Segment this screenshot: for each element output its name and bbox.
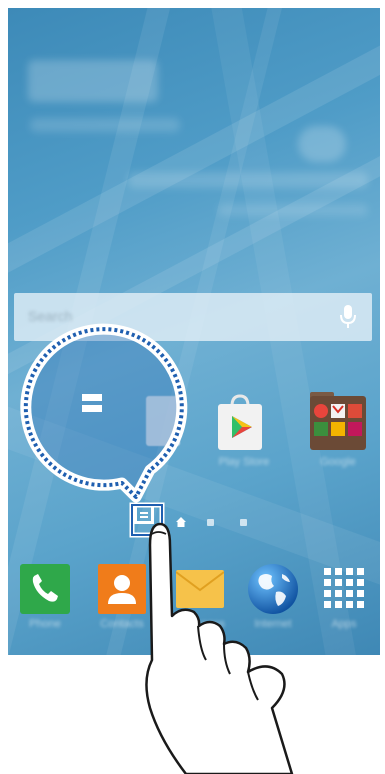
internet-icon[interactable] bbox=[246, 562, 306, 622]
play-store-icon[interactable] bbox=[214, 392, 274, 452]
page-dot[interactable] bbox=[207, 519, 214, 526]
page-overview-indicator[interactable] bbox=[134, 504, 154, 524]
contacts-icon[interactable] bbox=[98, 564, 158, 624]
home-screen: Search Play Store Google Phone Contacts … bbox=[8, 8, 380, 655]
page-dot[interactable] bbox=[240, 519, 247, 526]
google-folder-label: Google bbox=[320, 456, 356, 468]
blurred-app-icon[interactable] bbox=[146, 396, 186, 452]
apps-label: Apps bbox=[331, 618, 357, 630]
internet-label: Internet bbox=[254, 618, 292, 630]
weather-location bbox=[128, 172, 368, 188]
microphone-icon[interactable] bbox=[336, 303, 360, 331]
phone-icon[interactable] bbox=[20, 564, 80, 624]
search-placeholder: Search bbox=[28, 308, 73, 324]
weather-icon bbox=[298, 126, 346, 162]
date-widget bbox=[30, 118, 180, 132]
messages-icon[interactable] bbox=[175, 566, 236, 626]
weather-updated bbox=[218, 204, 368, 216]
search-bar[interactable]: Search bbox=[14, 293, 372, 341]
messages-label: Messages bbox=[174, 618, 226, 630]
play-store-label: Play Store bbox=[218, 456, 270, 468]
google-folder-icon[interactable] bbox=[308, 390, 368, 450]
clock-widget bbox=[28, 60, 158, 102]
home-page-icon[interactable] bbox=[175, 516, 187, 528]
phone-label: Phone bbox=[29, 618, 61, 630]
contacts-label: Contacts bbox=[100, 618, 144, 630]
